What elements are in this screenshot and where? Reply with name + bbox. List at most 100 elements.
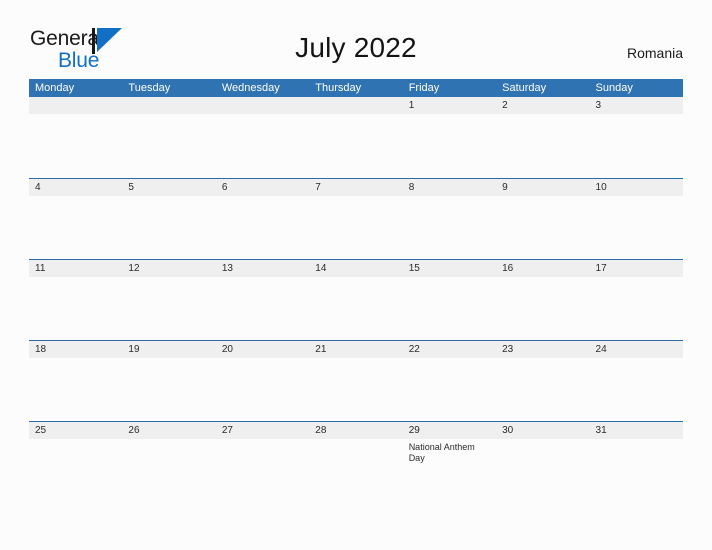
- day-events[interactable]: [309, 277, 402, 341]
- day-number: 18: [35, 344, 47, 355]
- day-events[interactable]: [590, 196, 683, 260]
- day-number: 23: [502, 344, 514, 355]
- day-events[interactable]: [403, 114, 496, 178]
- day-cell[interactable]: [216, 97, 309, 114]
- day-cell[interactable]: 27: [216, 422, 309, 439]
- day-events[interactable]: [216, 358, 309, 422]
- day-events[interactable]: [29, 358, 122, 422]
- day-cell[interactable]: 12: [122, 260, 215, 277]
- week-row: 11 12 13 14 15 16 17: [29, 259, 683, 340]
- day-number: 5: [128, 182, 134, 193]
- week-events-row: [29, 114, 683, 178]
- day-events[interactable]: [29, 277, 122, 341]
- day-number: 11: [35, 263, 46, 274]
- day-events[interactable]: [309, 114, 402, 178]
- day-number: 28: [315, 425, 327, 436]
- week-date-band: 1 2 3: [29, 97, 683, 114]
- day-events[interactable]: [309, 196, 402, 260]
- day-cell[interactable]: 30: [496, 422, 589, 439]
- day-cell[interactable]: 11: [29, 260, 122, 277]
- day-cell[interactable]: 8: [403, 179, 496, 196]
- day-cell[interactable]: 14: [309, 260, 402, 277]
- day-events[interactable]: [216, 114, 309, 178]
- week-date-band: 18 19 20 21 22 23 24: [29, 340, 683, 358]
- day-cell[interactable]: 9: [496, 179, 589, 196]
- day-events[interactable]: [216, 277, 309, 341]
- day-events[interactable]: [29, 439, 122, 503]
- week-events-row: [29, 277, 683, 341]
- day-cell[interactable]: 18: [29, 341, 122, 358]
- day-number: 8: [408, 182, 415, 193]
- day-events[interactable]: [496, 196, 589, 260]
- day-number: 9: [502, 182, 508, 193]
- day-cell[interactable]: 15: [403, 260, 496, 277]
- day-events[interactable]: [216, 439, 309, 503]
- day-events[interactable]: [309, 358, 402, 422]
- week-row: 25 26 27 28 29 30 31 National Anthem Day: [29, 421, 683, 502]
- day-events[interactable]: [590, 358, 683, 422]
- day-events[interactable]: [122, 114, 215, 178]
- day-cell[interactable]: 7: [309, 179, 402, 196]
- day-events[interactable]: [590, 114, 683, 178]
- weekday-header-row: Monday Tuesday Wednesday Thursday Friday…: [29, 79, 683, 97]
- day-number: 27: [221, 425, 233, 436]
- page-header: General Blue July 2022 Romania: [0, 0, 712, 78]
- day-events[interactable]: [122, 277, 215, 341]
- day-number: 24: [595, 344, 607, 355]
- weekday-header-saturday: Saturday: [502, 82, 547, 94]
- day-cell[interactable]: 29: [403, 422, 496, 439]
- day-number: 1: [408, 100, 415, 111]
- day-cell[interactable]: 3: [590, 97, 683, 114]
- day-events[interactable]: [122, 358, 215, 422]
- day-cell[interactable]: 10: [590, 179, 683, 196]
- weekday-header-friday: Friday: [408, 82, 440, 94]
- day-cell[interactable]: 19: [122, 341, 215, 358]
- page-title: July 2022: [295, 32, 417, 63]
- day-events[interactable]: [29, 114, 122, 178]
- day-cell[interactable]: 24: [590, 341, 683, 358]
- day-events[interactable]: [122, 196, 215, 260]
- day-cell[interactable]: [122, 97, 215, 114]
- day-cell[interactable]: [309, 97, 402, 114]
- day-events[interactable]: [29, 196, 122, 260]
- day-number: 22: [408, 344, 420, 355]
- week-date-band: 4 5 6 7 8 9 10: [29, 178, 683, 196]
- day-cell[interactable]: 6: [216, 179, 309, 196]
- day-events[interactable]: National Anthem Day: [403, 439, 496, 503]
- day-cell[interactable]: 2: [496, 97, 589, 114]
- day-cell[interactable]: 25: [29, 422, 122, 439]
- day-number: 29: [408, 425, 420, 436]
- weekday-header-monday: Monday: [35, 82, 75, 94]
- day-events[interactable]: [309, 439, 402, 503]
- day-events[interactable]: [122, 439, 215, 503]
- day-cell[interactable]: 17: [590, 260, 683, 277]
- day-cell[interactable]: 22: [403, 341, 496, 358]
- week-date-band: 11 12 13 14 15 16 17: [29, 259, 683, 277]
- country-label: Romania: [626, 45, 683, 61]
- day-events[interactable]: [590, 277, 683, 341]
- day-cell[interactable]: [29, 97, 122, 114]
- day-cell[interactable]: 4: [29, 179, 122, 196]
- weekday-header-sunday: Sunday: [595, 82, 633, 94]
- day-cell[interactable]: 13: [216, 260, 309, 277]
- day-events[interactable]: [216, 196, 309, 260]
- day-events[interactable]: [403, 358, 496, 422]
- day-cell[interactable]: 26: [122, 422, 215, 439]
- day-events[interactable]: [403, 277, 496, 341]
- day-events[interactable]: [496, 114, 589, 178]
- day-cell[interactable]: 16: [496, 260, 589, 277]
- day-cell[interactable]: 28: [309, 422, 402, 439]
- day-number: 21: [315, 344, 327, 355]
- day-cell[interactable]: 21: [309, 341, 402, 358]
- day-cell[interactable]: 1: [403, 97, 496, 114]
- day-cell[interactable]: 31: [590, 422, 683, 439]
- day-events[interactable]: [496, 439, 589, 503]
- day-events[interactable]: [496, 358, 589, 422]
- day-events[interactable]: [403, 196, 496, 260]
- day-events[interactable]: [496, 277, 589, 341]
- day-events[interactable]: [590, 439, 683, 503]
- day-number: 6: [221, 182, 228, 193]
- day-cell[interactable]: 5: [122, 179, 215, 196]
- day-cell[interactable]: 23: [496, 341, 589, 358]
- day-cell[interactable]: 20: [216, 341, 309, 358]
